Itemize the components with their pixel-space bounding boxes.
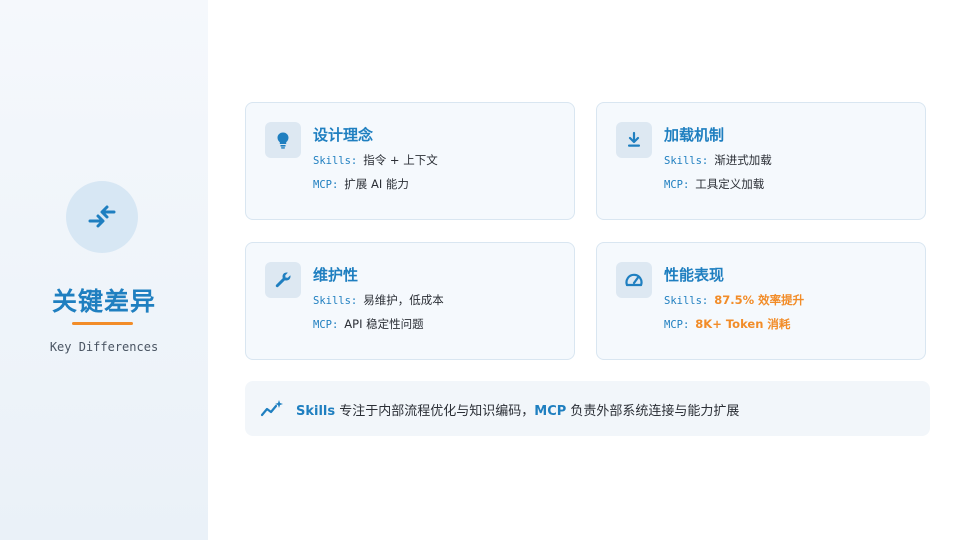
card-performance: 性能表现 Skills: 87.5% 效率提升 MCP: 8K+ Token 消耗 <box>596 242 926 360</box>
card-title: 维护性 <box>313 266 359 284</box>
summary-text: Skills 专注于内部流程优化与知识编码，MCP 负责外部系统连接与能力扩展 <box>296 400 739 419</box>
skills-key: Skills: <box>313 295 358 307</box>
gauge-icon <box>616 262 652 298</box>
mcp-value: 扩展 AI 能力 <box>344 177 409 191</box>
summary-bar: Skills 专注于内部流程优化与知识编码，MCP 负责外部系统连接与能力扩展 <box>245 381 930 436</box>
wrench-icon <box>265 262 301 298</box>
mcp-value: 工具定义加载 <box>695 177 765 191</box>
mcp-row: MCP: 8K+ Token 消耗 <box>664 316 790 332</box>
skills-row: Skills: 87.5% 效率提升 <box>664 292 804 308</box>
skills-value: 87.5% 效率提升 <box>714 293 805 307</box>
skills-row: Skills: 渐进式加载 <box>664 152 772 168</box>
skills-row: Skills: 指令 + 上下文 <box>313 152 438 168</box>
skills-key: Skills: <box>313 155 358 167</box>
skills-key: Skills: <box>664 155 709 167</box>
sparkle-trend-icon <box>260 399 284 419</box>
summary-skills-text: 专注于内部流程优化与知识编码， <box>335 404 535 419</box>
mcp-value: 8K+ Token 消耗 <box>695 317 791 331</box>
summary-skills-highlight: Skills <box>296 404 336 419</box>
mcp-key: MCP: <box>313 319 339 331</box>
card-title: 加载机制 <box>664 126 725 144</box>
skills-row: Skills: 易维护，低成本 <box>313 292 444 308</box>
summary-mcp-highlight: MCP <box>534 404 567 419</box>
mcp-row: MCP: 工具定义加载 <box>664 176 764 192</box>
summary-mcp-text: 负责外部系统连接与能力扩展 <box>566 404 740 419</box>
mcp-key: MCP: <box>664 179 690 191</box>
sidebar-panel: 关键差异 Key Differences <box>0 0 208 540</box>
skills-key: Skills: <box>664 295 709 307</box>
download-icon <box>616 122 652 158</box>
skills-value: 渐进式加载 <box>714 153 772 167</box>
page-subtitle: Key Differences <box>49 340 159 354</box>
card-title: 性能表现 <box>664 266 725 284</box>
mcp-row: MCP: API 稳定性问题 <box>313 316 424 332</box>
page-title: 关键差异 <box>51 287 156 316</box>
compare-arrows-icon <box>66 181 138 253</box>
card-maintainability: 维护性 Skills: 易维护，低成本 MCP: API 稳定性问题 <box>245 242 575 360</box>
title-underline <box>72 322 133 325</box>
card-title: 设计理念 <box>313 126 374 144</box>
skills-value: 易维护，低成本 <box>363 293 444 307</box>
lightbulb-icon <box>265 122 301 158</box>
mcp-value: API 稳定性问题 <box>344 317 424 331</box>
skills-value: 指令 + 上下文 <box>363 153 438 167</box>
card-design-philosophy: 设计理念 Skills: 指令 + 上下文 MCP: 扩展 AI 能力 <box>245 102 575 220</box>
mcp-row: MCP: 扩展 AI 能力 <box>313 176 409 192</box>
mcp-key: MCP: <box>664 319 690 331</box>
mcp-key: MCP: <box>313 179 339 191</box>
card-loading-mechanism: 加载机制 Skills: 渐进式加载 MCP: 工具定义加载 <box>596 102 926 220</box>
